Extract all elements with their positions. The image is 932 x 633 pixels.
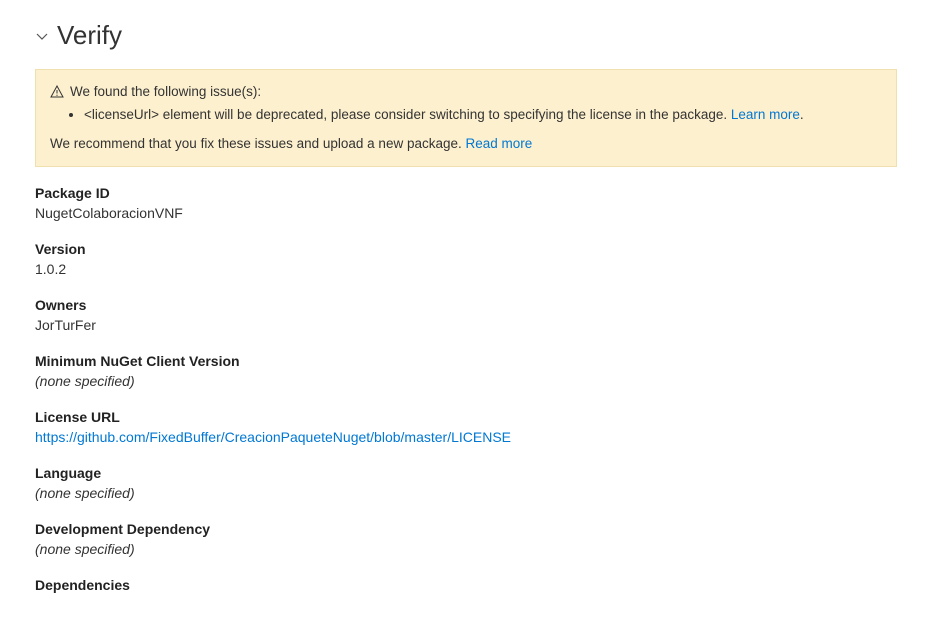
warning-intro: We found the following issue(s):: [70, 82, 261, 102]
field-value: JorTurFer: [35, 317, 897, 333]
warning-icon: [50, 85, 64, 99]
field-label: License URL: [35, 409, 897, 425]
read-more-link[interactable]: Read more: [466, 136, 533, 151]
field-label: Package ID: [35, 185, 897, 201]
warning-box: We found the following issue(s): <licens…: [35, 69, 897, 167]
field-value: NugetColaboracionVNF: [35, 205, 897, 221]
field-value: (none specified): [35, 373, 897, 389]
learn-more-link[interactable]: Learn more: [731, 107, 800, 122]
chevron-down-icon: [35, 29, 49, 43]
field-label: Version: [35, 241, 897, 257]
field-language: Language (none specified): [35, 465, 897, 501]
field-label: Minimum NuGet Client Version: [35, 353, 897, 369]
field-owners: Owners JorTurFer: [35, 297, 897, 333]
field-label: Owners: [35, 297, 897, 313]
field-min-client: Minimum NuGet Client Version (none speci…: [35, 353, 897, 389]
field-license-url: License URL https://github.com/FixedBuff…: [35, 409, 897, 445]
issue-item: <licenseUrl> element will be deprecated,…: [84, 105, 882, 125]
recommend-text-row: We recommend that you fix these issues a…: [50, 134, 882, 154]
recommend-text: We recommend that you fix these issues a…: [50, 136, 466, 151]
field-dependencies: Dependencies: [35, 577, 897, 593]
issue-list: <licenseUrl> element will be deprecated,…: [84, 105, 882, 125]
field-package-id: Package ID NugetColaboracionVNF: [35, 185, 897, 221]
field-label: Language: [35, 465, 897, 481]
field-dev-dependency: Development Dependency (none specified): [35, 521, 897, 557]
field-version: Version 1.0.2: [35, 241, 897, 277]
verify-section-header[interactable]: Verify: [35, 20, 897, 51]
field-label: Development Dependency: [35, 521, 897, 537]
license-url-link[interactable]: https://github.com/FixedBuffer/CreacionP…: [35, 429, 511, 445]
issue-text: <licenseUrl> element will be deprecated,…: [84, 107, 731, 122]
field-label: Dependencies: [35, 577, 897, 593]
section-title: Verify: [57, 20, 122, 51]
field-value: (none specified): [35, 541, 897, 557]
field-value: 1.0.2: [35, 261, 897, 277]
warning-header: We found the following issue(s):: [50, 82, 882, 102]
field-value: (none specified): [35, 485, 897, 501]
